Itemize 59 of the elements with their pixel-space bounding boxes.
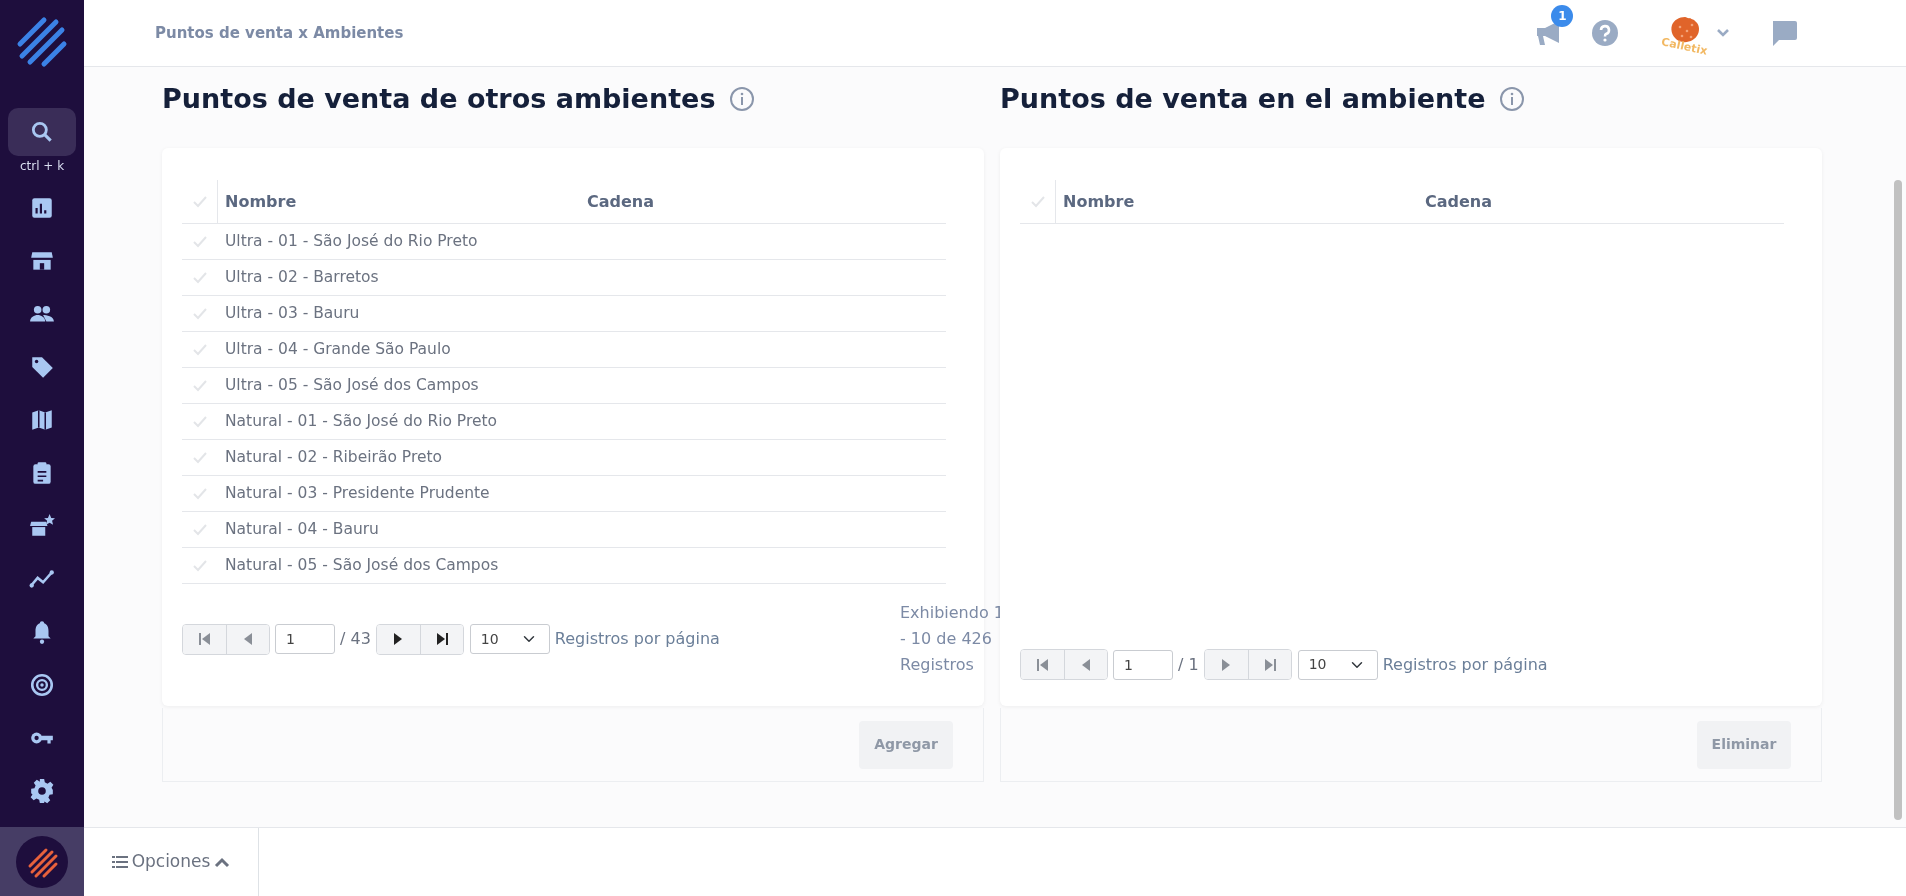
check-icon[interactable] bbox=[192, 270, 208, 285]
check-icon[interactable] bbox=[192, 306, 208, 321]
table-cell-text: Natural - 03 - Presidente Prudente bbox=[224, 482, 490, 504]
chevron-down-icon bbox=[1716, 28, 1730, 38]
shortcut-hint: ctrl + k bbox=[19, 158, 65, 175]
search-icon bbox=[29, 119, 55, 145]
per-page-label: Registros por página bbox=[1382, 653, 1548, 676]
first-page-icon bbox=[1034, 656, 1051, 673]
info-icon[interactable] bbox=[1499, 86, 1526, 112]
column-header[interactable]: Cadena bbox=[1418, 189, 1718, 214]
store-star-icon[interactable] bbox=[29, 512, 55, 539]
next-button[interactable] bbox=[376, 624, 420, 654]
first-page-icon bbox=[196, 631, 213, 647]
check-icon[interactable] bbox=[192, 486, 208, 501]
table-cell-text: Natural - 05 - São José dos Campos bbox=[224, 554, 499, 576]
page-total: / 1 bbox=[1178, 653, 1199, 676]
last-page-button[interactable] bbox=[419, 624, 463, 654]
page-size-select[interactable]: 10 bbox=[469, 624, 550, 654]
table-cell-text: Natural - 04 - Bauru bbox=[224, 518, 379, 540]
check-icon[interactable] bbox=[192, 342, 208, 357]
table-cell-text: Natural - 02 - Ribeirão Preto bbox=[224, 446, 443, 468]
info-icon[interactable] bbox=[729, 86, 756, 112]
page-input[interactable]: 1 bbox=[1113, 649, 1173, 680]
brand-name: Calletix bbox=[1660, 35, 1709, 57]
chat-icon[interactable] bbox=[1770, 19, 1798, 47]
list-icon bbox=[111, 855, 128, 869]
notification-badge: 1 bbox=[1551, 5, 1574, 27]
logo-icon[interactable] bbox=[16, 16, 68, 68]
breadcrumb: Puntos de venta x Ambientes bbox=[155, 22, 404, 44]
per-page-label: Registros por página bbox=[554, 628, 720, 650]
check-icon[interactable] bbox=[192, 414, 208, 429]
table-cell-text: Ultra - 03 - Bauru bbox=[224, 302, 360, 324]
brand-logo-icon[interactable] bbox=[16, 835, 68, 888]
page-total: / 43 bbox=[340, 628, 371, 650]
chevron-up-icon bbox=[214, 856, 231, 868]
page-size-select[interactable]: 10 bbox=[1297, 649, 1378, 680]
column-header[interactable]: Nombre bbox=[1056, 189, 1418, 214]
scrollbar[interactable] bbox=[1894, 180, 1902, 820]
panel-title: Puntos de venta en el ambiente bbox=[1000, 81, 1486, 116]
settings-icon[interactable] bbox=[29, 777, 55, 804]
check-icon[interactable] bbox=[192, 450, 208, 465]
column-header[interactable]: Nombre bbox=[218, 189, 580, 214]
column-header[interactable]: Cadena bbox=[580, 189, 880, 214]
table-cell-text: Ultra - 02 - Barretos bbox=[224, 266, 379, 288]
search-button[interactable] bbox=[8, 108, 76, 156]
page-input[interactable]: 1 bbox=[275, 624, 335, 654]
check-icon[interactable] bbox=[191, 194, 208, 209]
table-cell-text: Ultra - 05 - São José dos Campos bbox=[224, 374, 479, 396]
check-icon[interactable] bbox=[192, 234, 208, 249]
panel-title: Puntos de venta de otros ambientes bbox=[162, 81, 716, 116]
table-cell-text: Natural - 01 - São José do Rio Preto bbox=[224, 410, 498, 432]
help-icon[interactable] bbox=[1591, 19, 1620, 47]
check-icon[interactable] bbox=[1029, 194, 1046, 209]
table-cell-text: Ultra - 04 - Grande São Paulo bbox=[224, 338, 451, 360]
radar-icon[interactable] bbox=[29, 671, 55, 698]
check-icon[interactable] bbox=[192, 558, 208, 573]
check-icon[interactable] bbox=[192, 522, 208, 537]
check-icon[interactable] bbox=[192, 378, 208, 393]
table-cell-text: Ultra - 01 - São José do Rio Preto bbox=[224, 230, 478, 252]
